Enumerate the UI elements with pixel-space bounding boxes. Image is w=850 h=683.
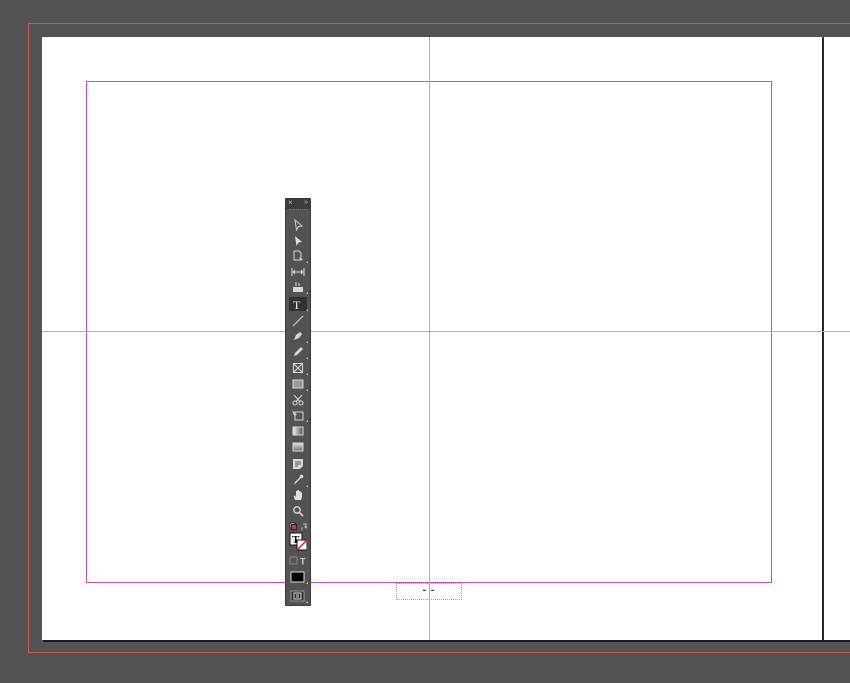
direct-selection-tool[interactable] <box>289 234 307 248</box>
tool-group-indicator <box>306 389 308 391</box>
tool-group-indicator <box>306 582 308 584</box>
page-tool[interactable] <box>289 249 308 263</box>
page-icon <box>293 250 303 261</box>
note-tool[interactable] <box>289 457 307 471</box>
rectangle-icon <box>292 379 304 389</box>
tool-group-indicator <box>306 261 308 263</box>
hand-icon <box>293 490 302 500</box>
default-swatch-icon <box>289 522 307 530</box>
fill-stroke-icon: T <box>289 532 307 551</box>
tool-group-indicator <box>306 309 308 311</box>
apply-color-icon <box>290 571 305 583</box>
svg-text:T: T <box>300 557 306 567</box>
gradient-feather-tool[interactable] <box>289 440 307 454</box>
free-transform-icon <box>292 410 304 421</box>
type-icon: T <box>293 298 301 311</box>
scissors-icon <box>292 394 304 406</box>
svg-text:T: T <box>293 298 301 311</box>
formatting-affects-controls[interactable]: T <box>289 555 307 567</box>
gap-tool[interactable] <box>289 265 307 279</box>
arrow-outline-icon <box>294 219 304 231</box>
close-panel-icon[interactable]: × <box>288 198 293 208</box>
hand-tool[interactable] <box>289 488 307 502</box>
pen-icon <box>294 332 302 340</box>
fill-stroke-swatches[interactable]: T <box>289 532 307 552</box>
apply-color-button[interactable] <box>289 570 308 584</box>
tool-group-indicator <box>306 292 308 294</box>
rectangle-frame-tool[interactable] <box>289 361 308 375</box>
gap-icon <box>291 268 305 276</box>
free-transform-tool[interactable] <box>289 408 308 422</box>
tool-group-indicator <box>306 601 308 603</box>
type-tool[interactable]: T <box>289 297 308 311</box>
tool-group-indicator <box>306 485 308 487</box>
scissors-tool[interactable] <box>289 393 307 407</box>
line-tool[interactable] <box>289 314 307 328</box>
pencil-tool[interactable] <box>289 345 308 359</box>
vertical-ruler-guide[interactable] <box>429 37 430 640</box>
pen-tool[interactable] <box>289 329 308 343</box>
content-collector-icon <box>293 282 303 292</box>
tool-group-indicator <box>306 373 308 375</box>
pencil-icon <box>294 347 303 356</box>
tools-panel-header[interactable]: × » <box>286 198 310 209</box>
tool-group-indicator <box>306 420 308 422</box>
eyedropper-tool[interactable] <box>289 473 308 487</box>
arrow-filled-icon <box>295 236 302 246</box>
panel-grip[interactable] <box>289 209 307 213</box>
zoom-tool[interactable] <box>289 504 307 518</box>
eyedropper-icon <box>294 474 304 485</box>
screen-mode-button[interactable] <box>289 589 308 603</box>
tools-panel: × » T T T <box>285 198 311 606</box>
collapse-panel-icon[interactable]: » <box>304 198 308 208</box>
selection-tool[interactable] <box>289 218 307 232</box>
formatting-affects-icon: T <box>289 556 306 567</box>
content-collector-tool[interactable] <box>289 280 308 294</box>
facing-page[interactable] <box>823 37 850 640</box>
tool-group-indicator <box>306 357 308 359</box>
tool-group-indicator <box>306 341 308 343</box>
screen-mode-icon <box>290 590 305 602</box>
gradient-swatch-icon <box>292 426 304 436</box>
rectangle-tool[interactable] <box>289 377 308 391</box>
page-number-text-frame[interactable]: - - <box>396 583 462 600</box>
zoom-icon <box>293 506 304 517</box>
rectangle-frame-icon <box>293 363 303 373</box>
note-icon <box>293 459 303 469</box>
horizontal-ruler-guide[interactable] <box>42 331 850 332</box>
gradient-swatch-tool[interactable] <box>289 424 307 438</box>
gradient-feather-icon <box>292 442 304 452</box>
line-icon <box>292 315 304 327</box>
